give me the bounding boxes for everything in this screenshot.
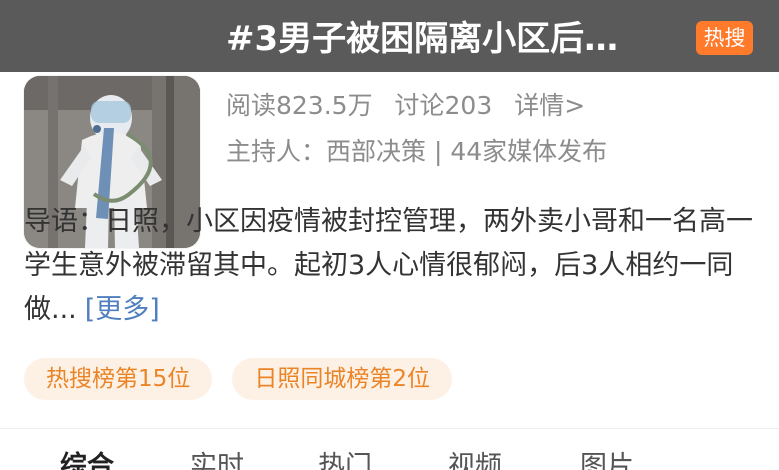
tab-comprehensive[interactable]: 综合 [60, 452, 114, 470]
host-info: 主持人：西部决策 | 44家媒体发布 [226, 137, 608, 166]
ranking-tag-hot-search[interactable]: 热搜榜第15位 [24, 358, 213, 400]
tab-images[interactable]: 图片 [580, 452, 634, 470]
more-link[interactable]: [更多] [85, 294, 160, 325]
topic-intro: 导语：日照，小区因疫情被封控管理，两外卖小哥和一名高一学生意外被滞留其中。起初3… [24, 200, 759, 332]
topic-stats: 阅读823.5万 讨论203 详情> [226, 88, 585, 124]
tab-video[interactable]: 视频 [448, 452, 502, 470]
hot-badge: 热搜 [696, 21, 753, 55]
discussion-count: 讨论203 [394, 91, 493, 120]
read-count: 阅读823.5万 [226, 91, 373, 120]
ranking-tags: 热搜榜第15位 日照同城榜第2位 [24, 358, 467, 400]
content-tabs: 综合 实时 热门 视频 图片 [0, 452, 779, 470]
tab-popular[interactable]: 热门 [318, 452, 372, 470]
details-link[interactable]: 详情> [514, 91, 585, 120]
tab-realtime[interactable]: 实时 [190, 452, 244, 470]
ranking-tag-city[interactable]: 日照同城榜第2位 [232, 358, 453, 400]
topic-page: #3男子被困隔离小区后… 热搜 阅读823.5万 讨论203 详情> 主持人：西… [0, 0, 779, 470]
topic-card: 阅读823.5万 讨论203 详情> 主持人：西部决策 | 44家媒体发布 导语… [0, 72, 779, 470]
topic-title: #3男子被困隔离小区后… [226, 19, 619, 59]
section-divider [0, 428, 779, 429]
